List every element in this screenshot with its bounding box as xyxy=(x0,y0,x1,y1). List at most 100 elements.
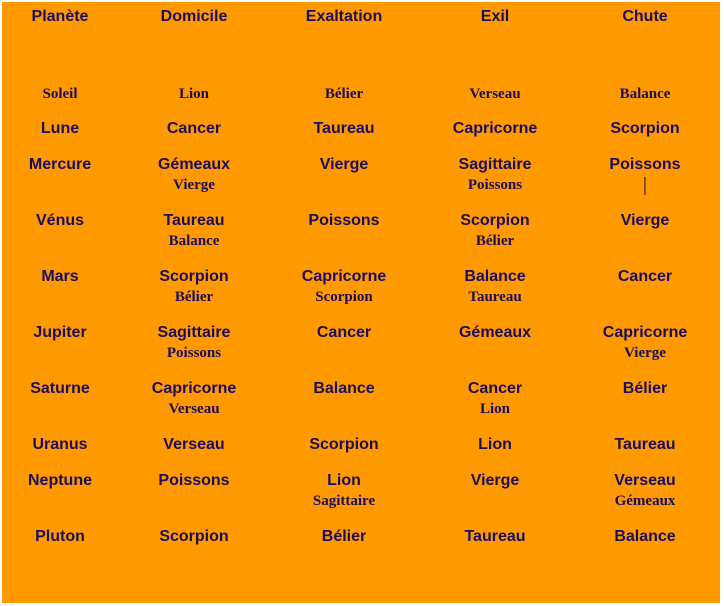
planet-name: Mars xyxy=(41,268,78,286)
sign-exil: Vierge xyxy=(471,472,520,490)
sign-exil: Sagittaire Poissons xyxy=(459,156,532,194)
cell-primary: Soleil xyxy=(42,86,78,102)
sign-domicile: Sagittaire Poissons xyxy=(158,324,231,362)
sign-exaltation: Bélier xyxy=(325,86,363,103)
sign-domicile: Gémeaux Vierge xyxy=(158,156,230,194)
cell-secondary: Vierge xyxy=(173,177,215,193)
cell-primary: Uranus xyxy=(32,436,88,453)
cell-primary: Saturne xyxy=(30,380,90,397)
cell-primary: Bélier xyxy=(324,86,364,102)
cell-secondary: Bélier xyxy=(174,289,214,305)
sign-exil: Lion xyxy=(478,436,512,454)
sign-exil: Taureau xyxy=(464,528,525,546)
planet-name: Lune xyxy=(41,120,79,138)
sign-domicile: Scorpion Bélier xyxy=(159,268,228,306)
sign-exil: Scorpion Bélier xyxy=(460,212,529,250)
sign-chute: Balance xyxy=(614,528,675,546)
text-cursor xyxy=(644,177,646,195)
cell-secondary: Balance xyxy=(168,233,220,249)
cell-secondary: Gémeaux xyxy=(614,493,676,509)
sign-exil: Gémeaux xyxy=(459,324,531,342)
header-chute: Chute xyxy=(622,8,668,25)
cell-primary: Vierge xyxy=(470,472,520,489)
cell-primary: Verseau xyxy=(614,472,676,489)
sign-exaltation: Capricorne Scorpion xyxy=(302,268,386,306)
cell-primary: Pluton xyxy=(35,528,85,545)
sign-exaltation: Cancer xyxy=(317,324,371,342)
cell-primary: Poissons xyxy=(158,472,230,489)
cell-primary: Capricorne xyxy=(602,324,688,341)
sign-chute: Balance xyxy=(620,86,671,103)
cell-primary: Bélier xyxy=(622,380,668,397)
sign-exil: Balance Taureau xyxy=(464,268,525,306)
cell-primary: Lion xyxy=(327,472,361,489)
cell-primary: Sagittaire xyxy=(458,156,532,173)
cell-primary: Mercure xyxy=(28,156,92,173)
planet-name: Pluton xyxy=(35,528,85,546)
header-exil: Exil xyxy=(480,8,510,25)
sign-chute: Capricorne Vierge xyxy=(603,324,687,362)
cell-primary: Capricorne xyxy=(151,380,237,397)
sign-exaltation: Poissons xyxy=(308,212,379,230)
sign-exil: Verseau xyxy=(469,86,520,103)
sign-domicile: Capricorne Verseau xyxy=(152,380,236,418)
sign-chute: Scorpion xyxy=(610,120,679,138)
cell-primary: Scorpion xyxy=(159,268,229,285)
cell-primary: Jupiter xyxy=(33,324,87,341)
cell-primary: Capricorne xyxy=(452,120,538,137)
sign-exaltation: Balance xyxy=(313,380,374,398)
cell-primary: Balance xyxy=(464,268,526,285)
cell-primary: Mars xyxy=(41,268,79,285)
sign-domicile: Lion xyxy=(179,86,209,103)
sign-domicile: Verseau xyxy=(163,436,224,454)
dignities-table: Planète Domicile Exaltation Exil Chute S… xyxy=(2,2,720,603)
cell-primary: Balance xyxy=(614,528,676,545)
sign-chute: Bélier xyxy=(623,380,667,398)
cell-primary: Lion xyxy=(178,86,210,102)
header-domicile: Domicile xyxy=(160,8,228,25)
cell-secondary: Scorpion xyxy=(315,289,373,305)
cell-primary: Scorpion xyxy=(309,436,379,453)
cell-primary: Lion xyxy=(478,436,512,453)
sign-domicile: Scorpion xyxy=(159,528,228,546)
cell-primary: Capricorne xyxy=(301,268,387,285)
cell-secondary: Poissons xyxy=(467,177,523,193)
cell-primary: Bélier xyxy=(321,528,367,545)
cell-primary: Scorpion xyxy=(159,528,229,545)
sign-exaltation: Bélier xyxy=(322,528,366,546)
cell-primary: Taureau xyxy=(313,120,375,137)
cell-primary: Vierge xyxy=(319,156,369,173)
sign-chute: Cancer xyxy=(618,268,672,286)
planet-name: Jupiter xyxy=(33,324,86,342)
cell-primary: Vierge xyxy=(620,212,670,229)
cell-primary: Scorpion xyxy=(460,212,530,229)
cell-secondary: Poissons xyxy=(166,345,222,361)
sign-chute: Verseau Gémeaux xyxy=(614,472,675,510)
cell-primary: Gémeaux xyxy=(458,324,532,341)
planet-name: Saturne xyxy=(30,380,90,398)
cell-primary: Vénus xyxy=(35,212,85,229)
cell-primary: Gémeaux xyxy=(157,156,231,173)
cell-secondary: Taureau xyxy=(468,289,522,305)
sign-exaltation: Taureau xyxy=(313,120,374,138)
cell-secondary: Lion xyxy=(479,401,510,417)
planet-name: Neptune xyxy=(28,472,92,490)
sign-exaltation: Vierge xyxy=(320,156,369,174)
cell-primary: Poissons xyxy=(609,156,681,173)
sign-exil: Cancer Lion xyxy=(468,380,522,418)
planet-name: Vénus xyxy=(36,212,84,230)
header-planete: Planète xyxy=(31,8,89,25)
cell-primary: Verseau xyxy=(163,436,225,453)
planet-name: Soleil xyxy=(42,86,77,103)
sign-chute: Vierge xyxy=(621,212,670,230)
cell-primary: Scorpion xyxy=(610,120,680,137)
cell-primary: Taureau xyxy=(614,436,676,453)
cell-secondary: Vierge xyxy=(624,345,666,361)
sign-chute: Poissons xyxy=(609,156,681,195)
sign-exaltation: Scorpion xyxy=(309,436,378,454)
header-exaltation: Exaltation xyxy=(305,8,383,25)
cell-primary: Sagittaire xyxy=(157,324,231,341)
cell-primary: Poissons xyxy=(308,212,380,229)
sign-domicile: Taureau Balance xyxy=(163,212,224,250)
cell-secondary: Bélier xyxy=(475,233,515,249)
